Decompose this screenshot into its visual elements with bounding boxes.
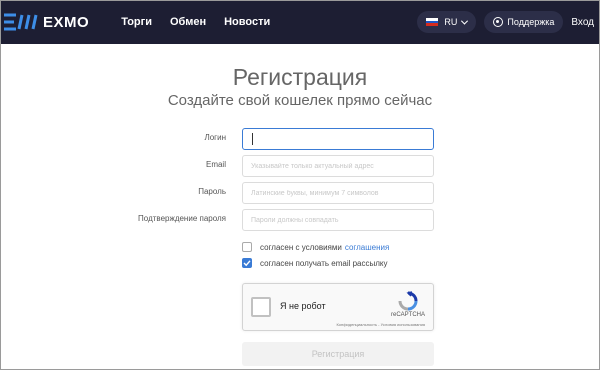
support-label: Поддержка: [507, 17, 555, 27]
page-subtitle: Создайте свой кошелек прямо сейчас: [167, 92, 433, 109]
password-confirm-input[interactable]: [242, 209, 434, 231]
login-row: Логин: [0, 128, 600, 150]
agreement-link[interactable]: соглашения: [345, 243, 389, 252]
password-label: Пароль: [198, 187, 226, 196]
exmo-logo-mark-icon: [4, 13, 38, 31]
checkmark-icon: [243, 260, 251, 267]
menu-item-news[interactable]: Новости: [224, 16, 270, 28]
recaptcha-links[interactable]: Конфиденциальность - Условия использован…: [336, 322, 425, 327]
password-input[interactable]: [242, 182, 434, 204]
register-button[interactable]: Регистрация: [242, 342, 434, 366]
recaptcha-checkbox[interactable]: [251, 297, 271, 317]
email-input[interactable]: [242, 155, 434, 177]
email-row: Email: [0, 155, 600, 177]
recaptcha-brand: reCAPTCHA: [390, 312, 425, 318]
recaptcha-widget: Я не робот reCAPTCHA Конфиденциальность …: [242, 283, 434, 331]
agree-terms-text: согласен с условиями: [260, 242, 342, 252]
newsletter-checkbox[interactable]: [242, 258, 252, 268]
login-input[interactable]: [242, 128, 434, 150]
support-icon: [493, 17, 504, 27]
password-confirm-label: Подтверждение пароля: [138, 214, 226, 223]
login-label: Логин: [204, 133, 226, 142]
password-confirm-row: Подтверждение пароля: [0, 209, 600, 231]
language-label: RU: [444, 17, 458, 27]
nav-right: RU Поддержка Вход: [417, 0, 600, 44]
text-cursor: [252, 133, 253, 145]
agree-terms-checkbox[interactable]: [242, 242, 252, 252]
chevron-down-icon: [461, 17, 469, 25]
support-button[interactable]: Поддержка: [484, 11, 564, 33]
recaptcha-logo-icon: [398, 291, 418, 311]
login-link[interactable]: Вход: [571, 17, 594, 28]
russia-flag-icon: [426, 18, 439, 27]
language-selector[interactable]: RU: [417, 11, 477, 33]
brand-name: EXMO: [43, 13, 90, 31]
recaptcha-label: Я не робот: [280, 301, 326, 311]
main-menu: Торги Обмен Новости: [121, 16, 288, 28]
exmo-logo[interactable]: EXMO: [2, 12, 89, 32]
menu-item-trading[interactable]: Торги: [121, 16, 152, 28]
top-navbar: EXMO Торги Обмен Новости RU Поддержка Вх…: [0, 0, 600, 44]
newsletter-text: согласен получать email рассылку: [260, 258, 388, 268]
agree-terms-row: согласен с условиями соглашения: [242, 241, 389, 253]
newsletter-row: согласен получать email рассылку: [242, 257, 388, 269]
password-row: Пароль: [0, 182, 600, 204]
email-label: Email: [205, 160, 226, 169]
menu-item-exchange[interactable]: Обмен: [170, 16, 206, 28]
page-title: Регистрация: [232, 64, 368, 90]
